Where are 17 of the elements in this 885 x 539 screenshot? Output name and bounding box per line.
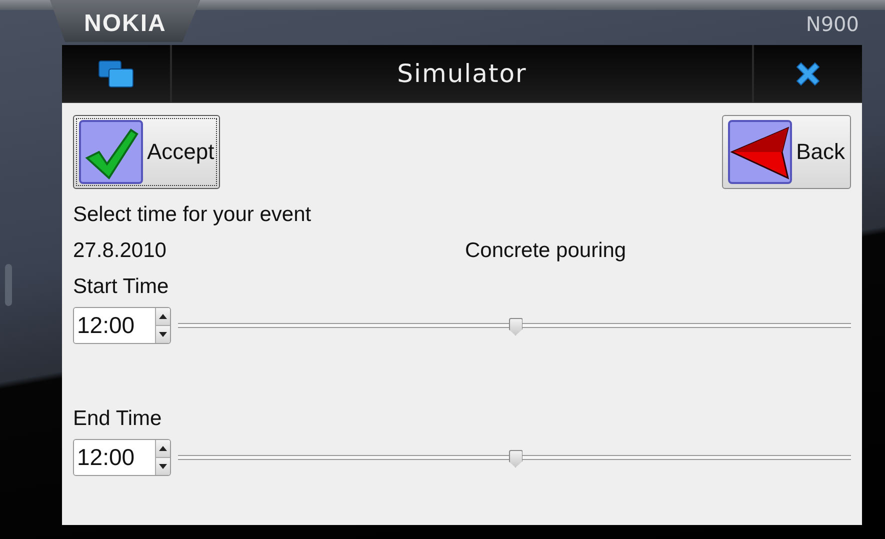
prompt-text: Select time for your event xyxy=(73,203,312,227)
checkmark-icon xyxy=(79,120,143,184)
window-title: Simulator xyxy=(397,59,527,88)
date-text: 27.8.2010 xyxy=(73,239,168,263)
accept-button[interactable]: Accept xyxy=(73,115,220,189)
slider-thumb[interactable] xyxy=(508,318,522,336)
task-switcher-icon[interactable] xyxy=(98,60,134,88)
time-spinbox[interactable]: 12:00 xyxy=(73,307,171,344)
event-name: Concrete pouring xyxy=(465,239,626,263)
side-handle xyxy=(5,264,12,306)
slider-thumb[interactable] xyxy=(508,450,522,468)
model-label: N900 xyxy=(806,12,859,36)
brand-logo: NOKIA xyxy=(50,0,200,42)
time-label: End Time xyxy=(73,407,163,431)
back-button[interactable]: Back xyxy=(722,115,851,189)
time-label: Start Time xyxy=(73,275,170,299)
time-spinbox[interactable]: 12:00 xyxy=(73,439,171,476)
